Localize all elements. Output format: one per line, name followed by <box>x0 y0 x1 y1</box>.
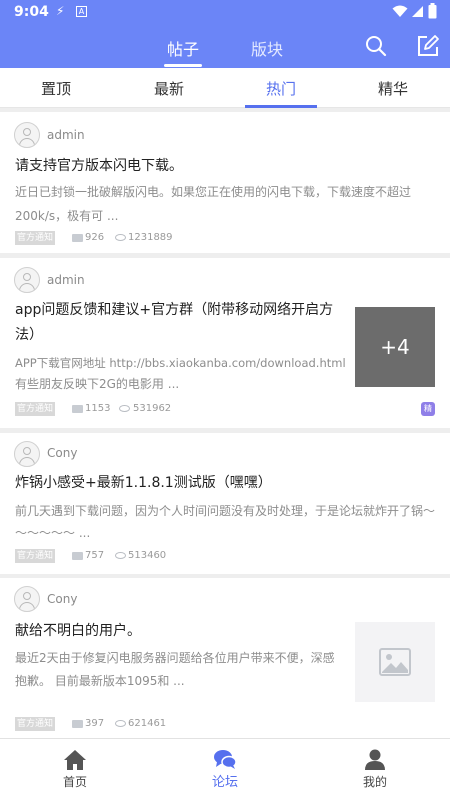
post-item[interactable]: Cony 献给不明白的用户。 最近2天由于修复闪电服务器问题给各位用户带来不便，… <box>0 578 450 738</box>
nav-forum-label: 论坛 <box>211 775 238 790</box>
post-title-line[interactable]: app问题反馈和建议+官方群（附带移动网络开启方 <box>15 298 333 323</box>
notification-icon: A <box>76 6 87 17</box>
comment-icon <box>72 552 83 560</box>
bottom-nav: 首页 论坛 我的 <box>0 738 450 800</box>
post-item[interactable]: Cony 炸锅小感受+最新1.1.8.1测试版（嘿嘿） 前几天遇到下载问题，因为… <box>0 433 450 574</box>
status-bar: 9:04 ⚡ A <box>0 0 450 24</box>
subtab-latest[interactable]: 最新 <box>154 78 184 99</box>
home-icon <box>64 750 86 770</box>
tab-posts-underline <box>164 64 202 67</box>
post-excerpt-line: 200k/s，极有可 ... <box>15 209 119 223</box>
post-feed[interactable]: admin 请支持官方版本闪电下载。 近日已封锁一批破解版闪电。如果您正在使用的… <box>0 108 450 738</box>
post-username[interactable]: admin <box>47 273 85 287</box>
post-category-badge: 官方通知 <box>15 231 56 245</box>
post-excerpt-line: 有些朋友反映下2G的电影用 ... <box>15 377 180 391</box>
post-category-badge: 官方通知 <box>15 402 56 416</box>
view-icon <box>119 405 130 412</box>
post-excerpt-line: 近日已封锁一批破解版闪电。如果您正在使用的闪电下载，下载速度不超过 <box>15 185 412 199</box>
comment-icon <box>72 405 83 413</box>
post-excerpt-line: 最近2天由于修复闪电服务器问题给各位用户带来不便，深感 <box>15 651 335 665</box>
view-count: 621461 <box>128 718 167 729</box>
post-item[interactable]: admin 请支持官方版本闪电下载。 近日已封锁一批破解版闪电。如果您正在使用的… <box>0 112 450 253</box>
view-count: 1231889 <box>128 232 173 243</box>
post-item[interactable]: admin app问题反馈和建议+官方群（附带移动网络开启方 法） APP下载官… <box>0 258 450 428</box>
comment-icon <box>72 720 83 728</box>
post-thumbnail[interactable] <box>355 622 435 702</box>
compose-icon[interactable] <box>416 34 440 58</box>
post-title-line[interactable]: 法） <box>15 323 43 348</box>
avatar[interactable] <box>14 441 40 467</box>
comment-icon <box>72 234 83 242</box>
signal-icon <box>412 6 423 17</box>
status-time: 9:04 <box>14 4 49 20</box>
subtab-pinned[interactable]: 置顶 <box>41 78 71 99</box>
view-count: 513460 <box>128 550 167 561</box>
nav-home-label: 首页 <box>62 775 87 789</box>
post-username[interactable]: Cony <box>47 446 77 460</box>
post-meta: 官方通知 397 621461 <box>15 717 215 732</box>
tab-boards[interactable]: 版块 <box>251 36 283 60</box>
comment-count: 757 <box>85 550 105 561</box>
forum-icon <box>214 750 237 769</box>
post-meta: 官方通知 757 513460 <box>15 549 215 564</box>
post-username[interactable]: Cony <box>47 592 77 606</box>
view-icon <box>115 552 126 559</box>
comment-count: 1153 <box>85 403 111 414</box>
post-username[interactable]: admin <box>47 128 85 142</box>
post-thumbnail[interactable]: +4 <box>355 307 435 387</box>
view-icon <box>115 234 126 241</box>
post-title[interactable]: 请支持官方版本闪电下载。 <box>15 154 183 179</box>
top-bar: 帖子 版块 <box>0 24 450 68</box>
flash-icon: ⚡ <box>56 4 65 18</box>
post-meta: 官方通知 1153 531962 <box>15 402 215 417</box>
post-excerpt-line: APP下载官网地址 http://bbs.xiaokanba.com/downl… <box>15 356 346 370</box>
post-excerpt-line: 前几天遇到下载问题，因为个人时间问题没有及时处理，于是论坛就炸开了锅～ <box>15 504 436 518</box>
subtab-featured[interactable]: 精华 <box>378 78 408 99</box>
featured-badge: 精 <box>421 402 435 416</box>
nav-profile-label: 我的 <box>362 775 387 789</box>
view-count: 531962 <box>133 403 172 414</box>
post-excerpt-line: 抱歉。 目前最新版本1095和 ... <box>15 674 185 688</box>
battery-icon <box>428 3 437 19</box>
subtab-hot[interactable]: 热门 <box>266 78 296 99</box>
nav-profile[interactable]: 我的 <box>315 739 435 800</box>
view-icon <box>115 720 126 727</box>
post-category-badge: 官方通知 <box>15 549 56 563</box>
profile-icon <box>365 749 385 770</box>
post-title[interactable]: 献给不明白的用户。 <box>15 619 141 644</box>
sub-tabs: 置顶 最新 热门 精华 <box>0 68 450 108</box>
tab-posts[interactable]: 帖子 <box>167 36 199 60</box>
post-category-badge: 官方通知 <box>15 717 56 731</box>
post-meta: 官方通知 926 1231889 <box>15 231 215 246</box>
nav-forum[interactable]: 论坛 <box>165 739 285 800</box>
post-title[interactable]: 炸锅小感受+最新1.1.8.1测试版（嘿嘿） <box>15 471 272 496</box>
nav-home[interactable]: 首页 <box>15 739 135 800</box>
avatar[interactable] <box>14 267 40 293</box>
comment-count: 926 <box>85 232 105 243</box>
post-excerpt-line: ～～～～～ ... <box>15 526 91 540</box>
wifi-icon <box>392 5 408 17</box>
image-placeholder-icon <box>379 648 411 676</box>
comment-count: 397 <box>85 718 105 729</box>
avatar[interactable] <box>14 586 40 612</box>
avatar[interactable] <box>14 122 40 148</box>
search-icon[interactable] <box>364 34 388 58</box>
